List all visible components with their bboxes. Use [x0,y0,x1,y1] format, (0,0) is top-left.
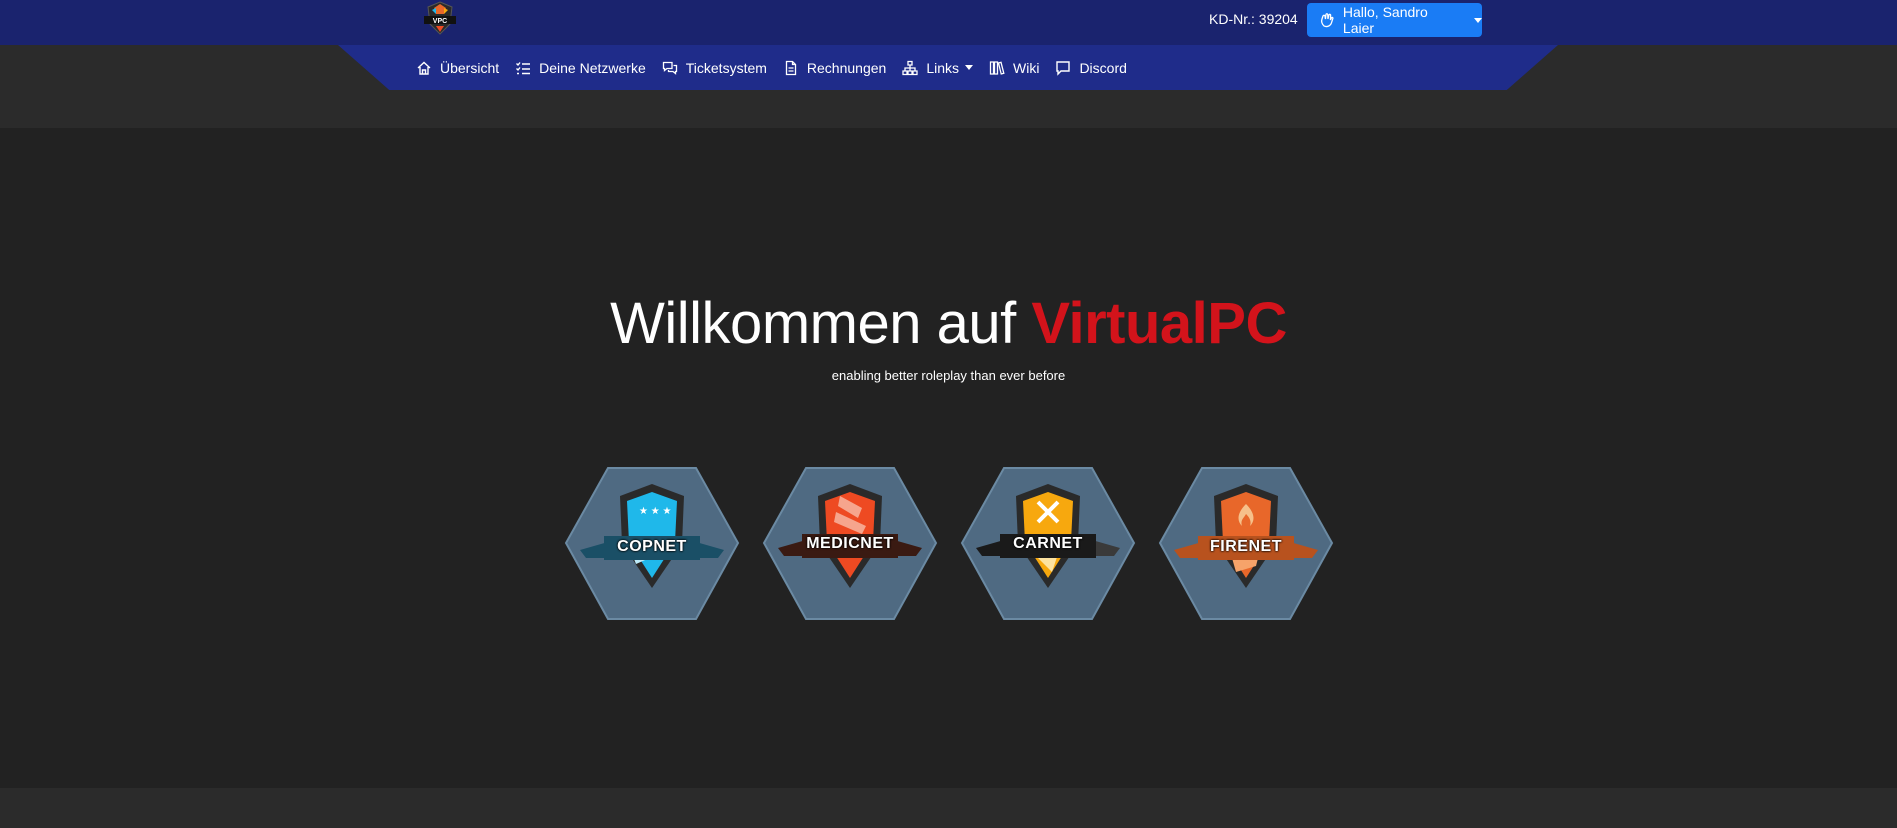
user-greeting: Hallo, Sandro Laier [1342,4,1428,36]
waving-hand-icon [1320,13,1334,28]
main-content [0,128,1897,788]
nav-item-label: Links [926,59,959,76]
chevron-down-icon [965,65,973,70]
customer-number: KD-Nr.: 39204 [1209,11,1298,27]
vpc-logo[interactable]: VPC [414,0,466,38]
network-badge-copnet[interactable]: ★ ★ ★ COPNET [564,466,740,621]
invoice-icon [785,60,797,75]
nav-item-tickets[interactable]: Ticketsystem [662,60,767,76]
svg-text:★ ★ ★: ★ ★ ★ [639,506,671,517]
chevron-down-icon [1474,17,1482,23]
nav-item-label: Ticketsystem [685,59,767,76]
network-badge-firenet[interactable]: FIRENET [1158,466,1334,621]
nav-item-label: Übersicht [440,59,500,76]
message-icon [1056,60,1071,76]
nav-item-label: Wiki [1013,59,1040,76]
network-badge-carnet[interactable]: CARNET [960,466,1136,621]
list-check-icon [516,61,531,74]
main-navigation: Übersicht Deine Netzwerke Ticketsystem R… [416,45,1127,90]
badge-label: CARNET [1013,535,1083,552]
nav-item-label: Rechnungen [806,59,887,76]
nav-item-label: Deine Netzwerke [539,59,646,76]
sitemap-icon [902,60,918,75]
title-prefix: Willkommen auf [610,291,1016,356]
network-badge-medicnet[interactable]: MEDICNET [762,466,938,621]
nav-item-wiki[interactable]: Wiki [989,60,1039,76]
chat-icon [662,61,677,75]
badge-label: MEDICNET [806,535,894,552]
top-bar: VPC KD-Nr.: 39204 Hallo, Sandro Laier [0,0,1897,45]
title-brand: VirtualPC [1031,291,1287,356]
nav-item-discord[interactable]: Discord [1055,59,1127,76]
user-menu-button[interactable]: Hallo, Sandro Laier [1307,3,1482,37]
nav-item-networks[interactable]: Deine Netzwerke [515,60,646,76]
badge-label: FIRENET [1210,538,1282,555]
network-badges: ★ ★ ★ COPNET MEDICNET CARNET FIRENET [564,466,1334,621]
nav-item-links[interactable]: Links [902,60,973,76]
nav-item-overview[interactable]: Übersicht [416,60,499,76]
svg-text:VPC: VPC [433,18,447,25]
home-icon [417,61,431,75]
page-title: Willkommen auf VirtualPC [0,290,1897,357]
books-icon [989,60,1005,75]
page-subtitle: enabling better roleplay than ever befor… [831,368,1066,383]
badge-label: COPNET [617,538,687,555]
nav-item-label: Discord [1079,59,1127,76]
nav-item-invoices[interactable]: Rechnungen [783,60,886,76]
